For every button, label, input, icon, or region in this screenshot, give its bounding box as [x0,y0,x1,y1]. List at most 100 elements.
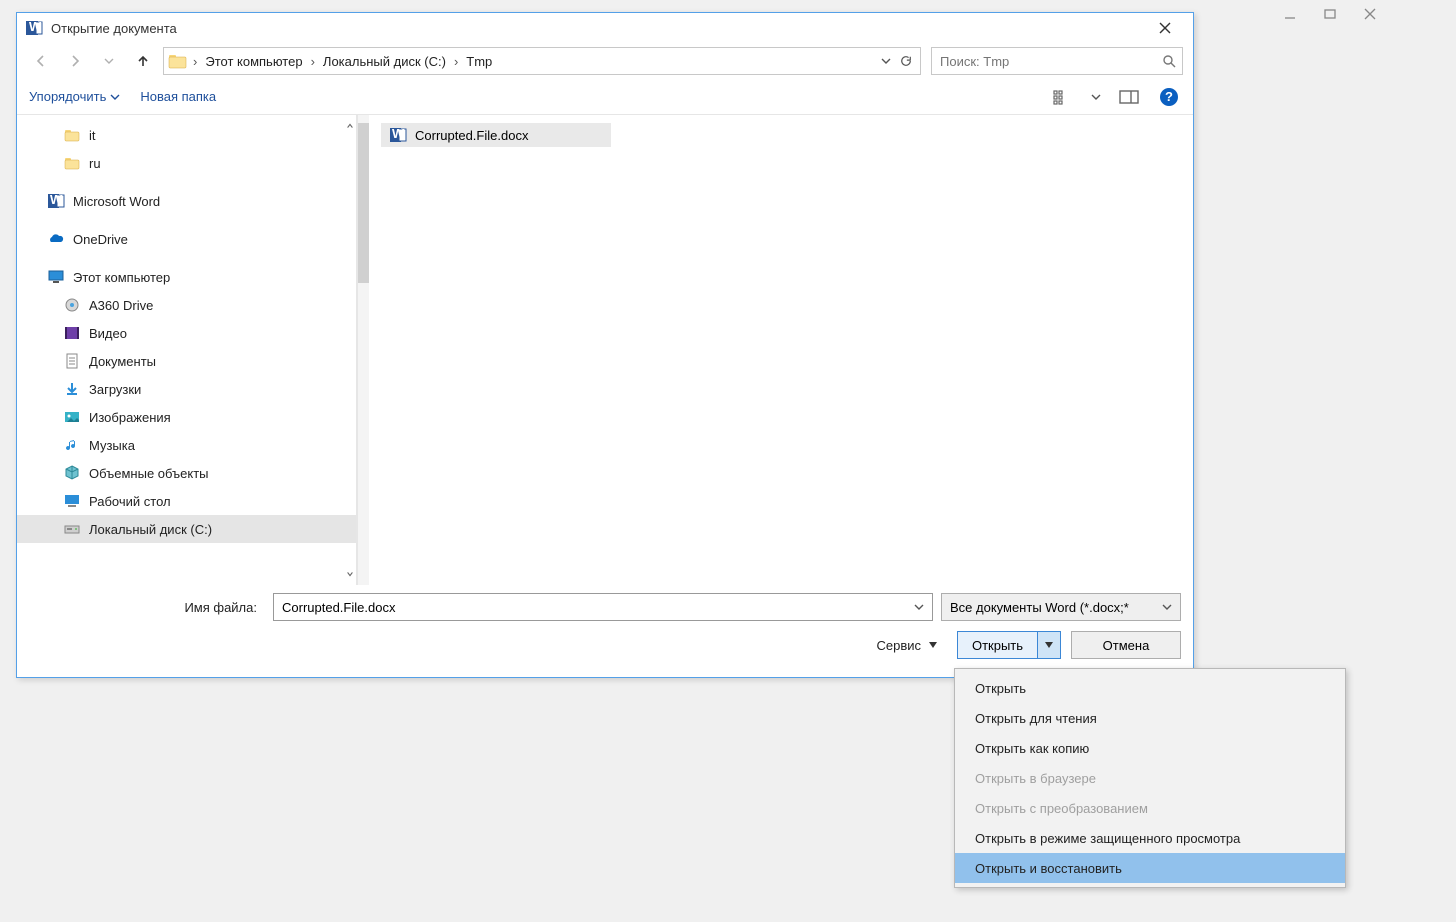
tree-item-desktop[interactable]: Рабочий стол [17,487,356,515]
search-input[interactable] [932,54,1156,69]
toolbar: Упорядочить Новая папка ? [17,79,1193,115]
up-button[interactable] [129,47,157,75]
breadcrumb[interactable]: › Этот компьютер › Локальный диск (C:) ›… [163,47,921,75]
filename-input[interactable] [282,600,914,615]
open-button[interactable]: Открыть [958,632,1038,658]
tree-item-downloads[interactable]: Загрузки [17,375,356,403]
filename-combobox[interactable] [273,593,933,621]
dropdown-item[interactable]: Открыть в режиме защищенного просмотра [955,823,1345,853]
dropdown-item[interactable]: Открыть для чтения [955,703,1345,733]
tree-item-label: ru [89,156,101,171]
cancel-button[interactable]: Отмена [1071,631,1181,659]
tools-label: Сервис [876,638,921,653]
tree-item-a360[interactable]: A360 Drive [17,291,356,319]
chevron-down-icon [1162,602,1172,612]
tree-item-word[interactable]: WMicrosoft Word [17,187,356,215]
titlebar: W Открытие документа [17,13,1193,43]
dialog-body: it ru WMicrosoft Word OneDrive Этот компьюте… [17,115,1193,585]
view-mode-button[interactable] [1051,85,1075,109]
tree-item-folder[interactable]: it [17,121,356,149]
dropdown-item[interactable]: Открыть как копию [955,733,1345,763]
tree-item-docs[interactable]: Документы [17,347,356,375]
tree-item-label: Загрузки [89,382,141,397]
dropdown-item[interactable]: Открыть и восстановить [955,853,1345,883]
dropdown-item: Открыть с преобразованием [955,793,1345,823]
pictures-icon [63,408,81,426]
triangle-down-icon [929,641,937,649]
scroll-up-icon[interactable] [346,121,354,131]
file-list[interactable]: W Corrupted.File.docx [369,115,1193,585]
tree-item-label: A360 Drive [89,298,153,313]
search-icon [1156,54,1182,68]
tree-item-video[interactable]: Видео [17,319,356,347]
tree-item-label: Документы [89,354,156,369]
arrow-up-icon [135,53,151,69]
view-list-icon [1053,89,1073,105]
search-box[interactable] [931,47,1183,75]
cancel-button-label: Отмена [1103,638,1150,653]
splitter[interactable] [357,115,369,585]
close-icon [1159,22,1171,34]
music-icon [63,436,81,454]
chevron-down-icon [110,92,120,102]
word-file-icon: W [389,126,407,144]
scroll-down-icon[interactable] [346,569,354,579]
3d-icon [63,464,81,482]
folder-icon [167,50,189,72]
file-name: Corrupted.File.docx [415,128,528,143]
svg-text:W: W [50,192,63,207]
tree-item-music[interactable]: Музыка [17,431,356,459]
breadcrumb-sep: › [189,54,201,69]
tree-item-onedrive[interactable]: OneDrive [17,225,356,253]
dropdown-item[interactable]: Открыть [955,673,1345,703]
open-dropdown-arrow[interactable] [1038,632,1060,658]
recent-locations-button[interactable] [95,47,123,75]
back-button[interactable] [27,47,55,75]
forward-button[interactable] [61,47,89,75]
filename-label: Имя файла: [29,600,265,615]
tree-item-3d[interactable]: Объемные объекты [17,459,356,487]
disk-icon [63,520,81,538]
desktop-icon [63,492,81,510]
breadcrumb-item[interactable]: Этот компьютер [201,54,306,69]
arrow-left-icon [33,53,49,69]
chevron-down-icon[interactable] [1091,92,1101,102]
tree-item-pictures[interactable]: Изображения [17,403,356,431]
close-button[interactable] [1145,14,1185,42]
chevron-down-icon[interactable] [914,602,924,612]
open-split-button[interactable]: Открыть [957,631,1061,659]
new-folder-button[interactable]: Новая папка [140,89,216,104]
svg-text:W: W [29,19,42,34]
refresh-icon [900,55,912,67]
breadcrumb-item[interactable]: Tmp [462,54,496,69]
dropdown-item: Открыть в браузере [955,763,1345,793]
tools-menu[interactable]: Сервис [876,638,937,653]
thispc-icon [47,268,65,286]
tree-item-folder[interactable]: ru [17,149,356,177]
folder-tree: it ru WMicrosoft Word OneDrive Этот компьюте… [17,115,356,543]
a360-icon [63,296,81,314]
minimize-icon [1284,8,1296,20]
tree-item-label: Объемные объекты [89,466,209,481]
file-item[interactable]: W Corrupted.File.docx [381,123,611,147]
tree-item-label: Локальный диск (C:) [89,522,212,537]
preview-pane-button[interactable] [1117,85,1141,109]
tree-item-label: OneDrive [73,232,128,247]
chevron-down-icon[interactable] [880,55,892,67]
tree-item-thispc[interactable]: Этот компьютер [17,263,356,291]
triangle-down-icon [1045,641,1053,649]
breadcrumb-item[interactable]: Локальный диск (C:) [319,54,450,69]
preview-pane-icon [1119,90,1139,104]
video-icon [63,324,81,342]
folder-icon [63,126,81,144]
parent-window-caption [1284,8,1376,20]
refresh-button[interactable] [892,55,920,67]
close-icon [1364,8,1376,20]
tree-item-disk[interactable]: Локальный диск (C:) [17,515,356,543]
tree-item-label: Музыка [89,438,135,453]
organize-menu[interactable]: Упорядочить [29,89,120,104]
dialog-footer: Имя файла: Все документы Word (*.docx;* … [17,585,1193,677]
dialog-title: Открытие документа [51,21,1145,36]
help-button[interactable]: ? [1157,85,1181,109]
filetype-dropdown[interactable]: Все документы Word (*.docx;* [941,593,1181,621]
